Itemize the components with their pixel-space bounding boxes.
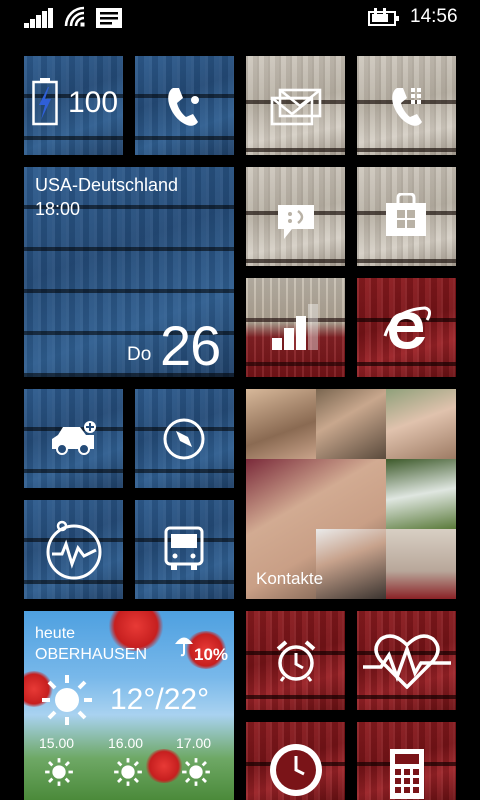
tile-internet-explorer[interactable] [357, 278, 456, 377]
contact-photo [316, 389, 386, 459]
tile-heart-rate[interactable] [357, 611, 456, 710]
weather-today-label: heute [35, 625, 76, 642]
tile-chat[interactable] [246, 167, 345, 266]
tile-phone-dialer[interactable] [357, 56, 456, 155]
contact-photo [316, 529, 386, 599]
phone-icon [168, 88, 199, 126]
calendar-weekday: Do [127, 344, 152, 365]
internet-explorer-icon [383, 306, 431, 349]
mail-icon [270, 88, 322, 126]
hourly-time: 16.00 [108, 735, 144, 751]
precip-chance: 10% [194, 645, 229, 664]
status-bar: 14:56 [0, 0, 480, 36]
tile-messaging[interactable] [246, 56, 345, 155]
event-time: 18:00 [35, 199, 81, 219]
event-title: USA-Deutschland [35, 175, 179, 195]
temperature-range: 12°/22° [110, 683, 210, 716]
tile-health[interactable] [24, 500, 123, 599]
health-monitor-icon [46, 520, 102, 580]
message-icon [96, 8, 122, 28]
sun-icon [114, 758, 142, 786]
hourly-time: 17.00 [176, 735, 212, 751]
tile-battery[interactable]: 100 [24, 56, 123, 155]
umbrella-icon [175, 637, 193, 657]
contact-photo [386, 529, 456, 599]
alarm-clock-icon [276, 640, 316, 682]
contact-photo [386, 459, 456, 529]
charging-icon [368, 8, 399, 26]
car-add-icon [52, 421, 96, 455]
clock-time: 14:56 [410, 6, 458, 27]
clock-icon [270, 744, 322, 796]
tile-weather[interactable]: heute OBERHAUSEN 10% 12°/22° 15.00 16.00… [24, 611, 234, 800]
tile-compass[interactable] [135, 389, 234, 488]
battery-level: 100 [68, 86, 119, 119]
phone-icon [392, 88, 422, 126]
tile-car[interactable] [24, 389, 123, 488]
signal-bars-icon [272, 304, 318, 350]
chat-icon [278, 205, 314, 239]
tile-calendar[interactable]: USA-Deutschland 18:00 Do 26 [24, 167, 234, 377]
heart-rate-icon [363, 634, 451, 689]
tile-calculator[interactable] [357, 722, 456, 800]
sun-icon [182, 758, 210, 786]
store-icon [386, 193, 426, 236]
contact-photo [386, 389, 456, 459]
tile-alarm[interactable] [246, 611, 345, 710]
tile-clock[interactable] [246, 722, 345, 800]
weather-city: OBERHAUSEN [35, 646, 148, 663]
tile-store[interactable] [357, 167, 456, 266]
calculator-icon [390, 749, 424, 799]
signal-strength-icon [24, 8, 54, 28]
bus-icon [164, 526, 204, 570]
poppy-flower [106, 611, 166, 651]
tile-data-sense[interactable] [246, 278, 345, 377]
compass-icon [163, 418, 205, 460]
tile-people[interactable]: Kontakte [246, 389, 456, 599]
sun-icon [45, 758, 73, 786]
hourly-time: 15.00 [39, 735, 75, 751]
sun-icon [42, 675, 92, 725]
tile-phone-missed[interactable] [135, 56, 234, 155]
people-label: Kontakte [256, 569, 324, 588]
battery-charging-icon [32, 78, 58, 126]
contact-photo [246, 389, 316, 459]
calendar-date: 26 [160, 314, 221, 377]
wifi-icon [64, 6, 85, 27]
poppy-flower [144, 749, 184, 783]
tile-transit[interactable] [135, 500, 234, 599]
